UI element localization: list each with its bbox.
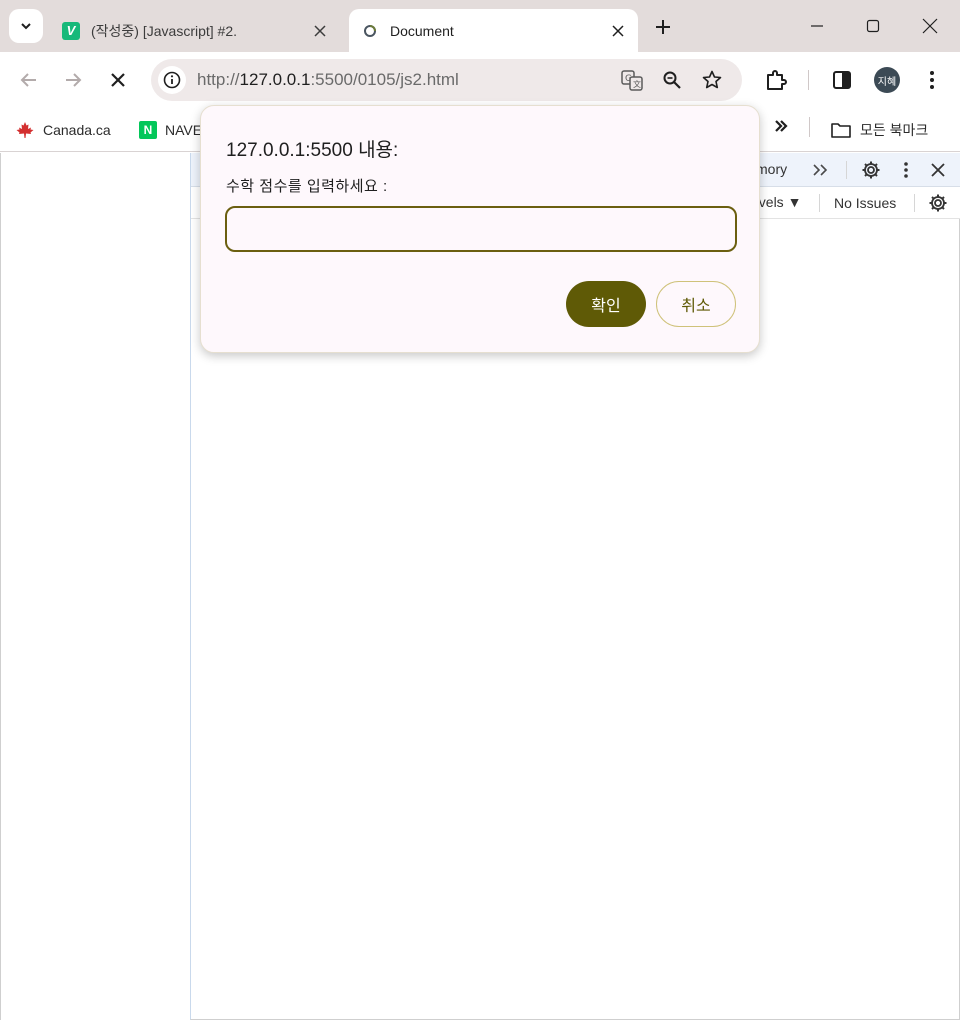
tab-document[interactable]: Document bbox=[349, 9, 638, 52]
dialog-message: 수학 점수를 입력하세요 : bbox=[226, 178, 388, 195]
tab-title: Document bbox=[390, 22, 454, 39]
all-bookmarks-button[interactable]: 모든 북마크 bbox=[830, 116, 928, 144]
prompt-input[interactable] bbox=[225, 206, 737, 252]
chevron-down-icon bbox=[21, 23, 31, 30]
tab-title: (작성중) [Javascript] #2. bbox=[91, 22, 238, 39]
bookmarks-divider bbox=[809, 117, 810, 137]
maximize-button[interactable] bbox=[857, 10, 889, 42]
zoom-icon[interactable] bbox=[660, 68, 684, 92]
url-path: :5500/0105/js2.html bbox=[310, 70, 459, 89]
bookmark-label: NAVE bbox=[165, 122, 203, 138]
more-tabs-icon[interactable] bbox=[809, 158, 833, 182]
stop-x-icon bbox=[111, 73, 125, 87]
caret-down-icon: ▼ bbox=[787, 194, 802, 210]
close-icon[interactable] bbox=[606, 19, 630, 43]
dialog-title: 127.0.0.1:5500 내용: bbox=[226, 140, 399, 161]
close-icon[interactable] bbox=[926, 158, 950, 182]
minimize-icon bbox=[811, 25, 823, 27]
arrow-right-icon bbox=[66, 73, 82, 87]
side-panel-icon bbox=[833, 71, 851, 89]
devtools-divider bbox=[819, 194, 820, 212]
stop-button[interactable] bbox=[101, 63, 135, 97]
folder-icon bbox=[830, 121, 852, 139]
kebab-menu-icon[interactable] bbox=[894, 158, 918, 182]
title-bar: V (작성중) [Javascript] #2. Document bbox=[0, 0, 960, 52]
devtools-tab-memory[interactable]: mory bbox=[756, 161, 787, 177]
vimeo-favicon-icon: V bbox=[62, 21, 80, 40]
tab-search-button[interactable] bbox=[9, 9, 43, 43]
ok-button[interactable]: 확인 bbox=[566, 281, 646, 327]
window-close-button[interactable] bbox=[914, 10, 946, 42]
bookmark-star-icon[interactable] bbox=[700, 68, 724, 92]
plus-icon bbox=[656, 20, 670, 34]
bookmarks-overflow-button[interactable] bbox=[768, 112, 794, 140]
devtools-divider bbox=[846, 161, 847, 179]
naver-icon: N bbox=[139, 121, 157, 139]
loading-favicon-icon bbox=[361, 22, 379, 40]
toolbar-divider bbox=[808, 70, 809, 90]
console-settings-gear-icon[interactable] bbox=[926, 191, 950, 215]
cancel-button[interactable]: 취소 bbox=[656, 281, 736, 327]
minimize-button[interactable] bbox=[801, 10, 833, 42]
bookmark-canada[interactable]: Canada.ca bbox=[15, 116, 111, 144]
translate-icon[interactable]: G文 bbox=[620, 68, 644, 92]
double-chevron-right-icon bbox=[775, 120, 788, 132]
url-scheme: http:// bbox=[197, 70, 240, 89]
url-text[interactable]: http://127.0.0.1:5500/0105/js2.html bbox=[197, 70, 459, 90]
tab-javascript[interactable]: V (작성중) [Javascript] #2. bbox=[50, 9, 340, 52]
side-panel-button[interactable] bbox=[827, 65, 857, 95]
forward-button[interactable] bbox=[56, 63, 90, 97]
new-tab-button[interactable] bbox=[648, 12, 678, 42]
puzzle-icon bbox=[767, 70, 787, 90]
devtools-divider bbox=[914, 194, 915, 212]
arrow-left-icon bbox=[20, 73, 36, 87]
maximize-icon bbox=[866, 19, 880, 33]
page-viewport bbox=[0, 153, 190, 1020]
extensions-button[interactable] bbox=[761, 65, 791, 95]
back-button[interactable] bbox=[12, 63, 46, 97]
close-icon bbox=[922, 18, 938, 34]
kebab-menu-icon bbox=[930, 71, 934, 89]
menu-button[interactable] bbox=[917, 65, 947, 95]
svg-text:文: 文 bbox=[633, 79, 641, 89]
bookmark-label: Canada.ca bbox=[43, 122, 111, 138]
site-info-icon[interactable] bbox=[158, 66, 186, 94]
profile-avatar[interactable]: 지혜 bbox=[874, 67, 900, 93]
prompt-dialog: 127.0.0.1:5500 내용: 수학 점수를 입력하세요 : 확인 취소 bbox=[200, 105, 760, 353]
bookmark-naver[interactable]: N NAVE bbox=[139, 116, 202, 144]
url-host: 127.0.0.1 bbox=[239, 70, 311, 89]
gear-icon[interactable] bbox=[859, 158, 883, 182]
maple-leaf-icon bbox=[15, 121, 35, 139]
all-bookmarks-label: 모든 북마크 bbox=[860, 122, 929, 138]
close-icon[interactable] bbox=[308, 19, 332, 43]
address-bar[interactable]: http://127.0.0.1:5500/0105/js2.html G文 bbox=[151, 59, 742, 101]
issues-counter[interactable]: No Issues bbox=[834, 195, 896, 211]
toolbar: http://127.0.0.1:5500/0105/js2.html G文 지… bbox=[0, 52, 960, 108]
